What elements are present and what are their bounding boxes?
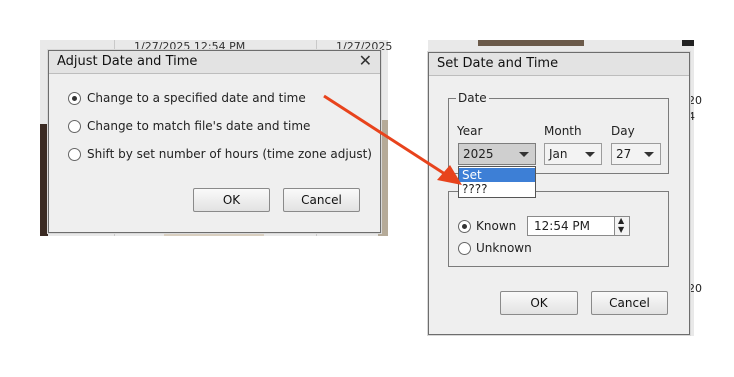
annotation-arrow	[323, 94, 462, 185]
arrow-head	[437, 165, 462, 185]
arrow-shaft	[323, 94, 449, 178]
